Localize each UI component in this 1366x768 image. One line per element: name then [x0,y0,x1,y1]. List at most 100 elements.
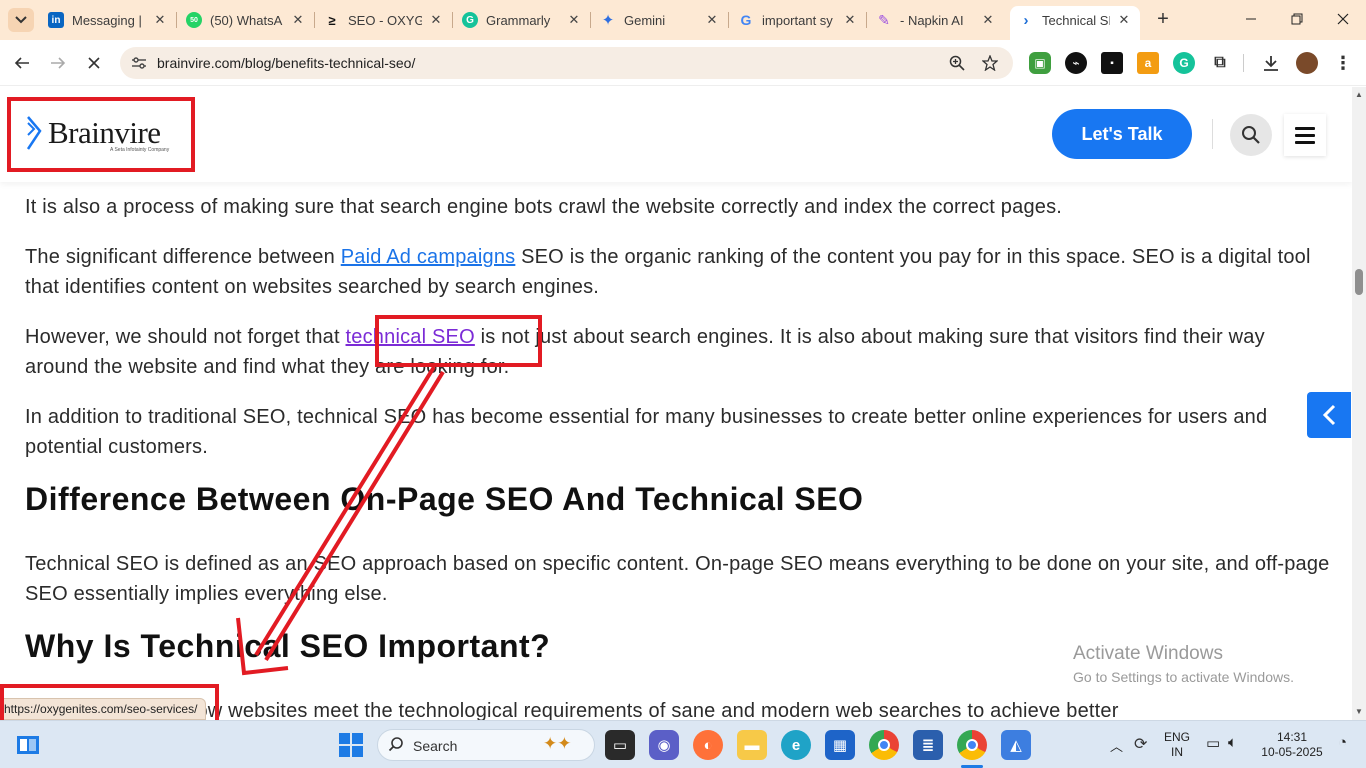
close-icon[interactable]: ✕ [152,12,168,28]
search-icon [388,736,404,756]
widgets-icon[interactable] [14,730,42,760]
zoom-icon[interactable] [947,53,967,73]
arrow-right-icon [51,57,66,69]
microsoft-store-icon[interactable]: ▦ [825,730,855,760]
paragraph-definition: Technical SEO is defined as an SEO appro… [25,553,1330,605]
task-view-icon[interactable]: ▭ [605,730,635,760]
activate-windows-watermark: Activate Windows Go to Settings to activ… [1073,643,1294,685]
scroll-down-arrow-icon[interactable]: ▼ [1355,707,1363,716]
close-icon[interactable]: ✕ [842,12,858,28]
tab-google-search[interactable]: G important sy ✕ [730,6,866,34]
extension-grammarly-icon[interactable]: G [1173,52,1195,74]
paragraph-requirements: Technical SEO is how websites meet the t… [25,700,1119,720]
header-divider [1212,119,1213,149]
brainvire-icon: › [1023,11,1029,29]
restore-button[interactable] [1286,8,1308,30]
chevron-left-icon [1322,404,1336,426]
tab-seo-oxygenites[interactable]: ≥ SEO - OXYGE ✕ [316,6,452,34]
text: The significant difference between [25,246,341,268]
photos-icon[interactable]: ◭ [1001,730,1031,760]
close-icon[interactable]: ✕ [1116,12,1132,28]
network-icon[interactable]: ▭ [1206,734,1220,752]
chrome-profile-icon[interactable] [957,730,987,760]
address-bar[interactable]: brainvire.com/blog/benefits-technical-se… [120,47,1013,79]
sync-icon[interactable]: ⟳ [1134,734,1147,754]
volume-icon[interactable]: 🔈︎ [1228,734,1237,751]
notification-bell-icon[interactable]: ◔ [1338,734,1347,751]
gemini-icon: ✦ [601,12,615,29]
chrome-icon[interactable] [869,730,899,760]
extension-amazon-icon[interactable]: a [1137,52,1159,74]
browser-menu-icon[interactable]: ⋮ [1332,52,1354,74]
tab-search-button[interactable] [8,8,34,32]
search-icon [1242,126,1260,144]
page-scrollbar[interactable]: ▲ ▼ [1352,87,1366,720]
tab-title: - Napkin AI [900,12,964,28]
scrollbar-thumb[interactable] [1355,269,1363,295]
forward-button[interactable] [46,51,70,75]
close-icon[interactable]: ✕ [980,12,996,28]
tab-napkin[interactable]: ✎ - Napkin AI ✕ [868,6,1004,34]
stop-loading-button[interactable] [82,51,106,75]
lets-talk-button[interactable]: Let's Talk [1052,109,1192,159]
heading-why-important: Why Is Technical SEO Important? [25,628,551,664]
menu-button[interactable] [1284,114,1326,156]
text: However, we should not forget that [25,326,346,348]
close-icon[interactable]: ✕ [428,12,444,28]
grammarly-icon: G [462,12,478,28]
extension-link-icon[interactable]: ⌁ [1065,52,1087,74]
side-panel-toggle[interactable] [1307,392,1351,438]
windows-taskbar: Search ✦✦ ▭ ◉ ◐ ▬ e ▦ ≣ ◭ ︿ ⟳ ENG IN ▭ 🔈… [0,720,1366,768]
language-indicator[interactable]: ENG IN [1162,730,1192,760]
tab-messaging[interactable]: in Messaging | ✕ [40,6,176,34]
tab-title: Messaging | [72,12,142,28]
tab-gemini[interactable]: ✦ Gemini ✕ [592,6,728,34]
site-search-button[interactable] [1230,114,1272,156]
heading-difference: Difference Between On-Page SEO And Techn… [25,481,864,517]
web-page: Brainvire A Seta Infotainty Company Let'… [0,87,1352,720]
taskbar-search[interactable]: Search ✦✦ [377,729,595,761]
bookmark-star-icon[interactable] [980,53,1000,73]
profile-avatar[interactable] [1296,52,1318,74]
tab-technical-seo-active[interactable]: › Technical SE ✕ [1010,6,1140,40]
napkin-icon: ✎ [878,11,890,28]
paid-ad-campaigns-link[interactable]: Paid Ad campaigns [341,246,516,268]
notepad-icon[interactable]: ≣ [913,730,943,760]
tab-grammarly[interactable]: G Grammarly ✕ [454,6,590,34]
close-icon[interactable]: ✕ [704,12,720,28]
copilot-sparkle-icon: ✦✦ [543,734,572,753]
download-button[interactable] [1260,52,1282,74]
extensions-puzzle-icon[interactable]: ⧉ [1209,52,1231,74]
extension-square-icon[interactable]: ▪ [1101,52,1123,74]
edge-icon[interactable]: e [781,730,811,760]
region-code: IN [1171,745,1183,759]
tab-whatsapp[interactable]: 50 (50) WhatsA ✕ [178,6,314,34]
scroll-up-arrow-icon[interactable]: ▲ [1355,90,1363,99]
download-icon [1264,56,1278,71]
minimize-icon [1246,18,1256,20]
windows-logo-quad [352,746,363,757]
new-tab-button[interactable]: + [1152,8,1174,30]
chevron-up-icon[interactable]: ︿ [1110,736,1123,755]
firefox-icon[interactable]: ◐ [693,730,723,760]
minimize-button[interactable] [1240,8,1262,30]
extension-android-icon[interactable]: ▣ [1029,52,1051,74]
url-text[interactable]: brainvire.com/blog/benefits-technical-se… [157,55,415,71]
chrome-center-dot [878,739,890,751]
watermark-subtitle: Go to Settings to activate Windows. [1073,669,1294,685]
close-window-button[interactable] [1332,8,1354,30]
paragraph-traditional-seo: In addition to traditional SEO, technica… [25,406,1268,458]
tab-title: SEO - OXYGE [348,12,422,28]
close-icon [88,57,100,69]
close-icon[interactable]: ✕ [566,12,582,28]
clock[interactable]: 14:31 10-05-2025 [1258,730,1326,760]
site-info-icon[interactable] [130,54,148,72]
whatsapp-icon: 50 [186,12,202,28]
close-icon[interactable]: ✕ [290,12,306,28]
meet-icon[interactable]: ◉ [649,730,679,760]
back-button[interactable] [10,51,34,75]
tab-separator [866,12,867,28]
file-explorer-icon[interactable]: ▬ [737,730,767,760]
start-button[interactable] [339,733,363,757]
windows-logo-quad [339,746,350,757]
